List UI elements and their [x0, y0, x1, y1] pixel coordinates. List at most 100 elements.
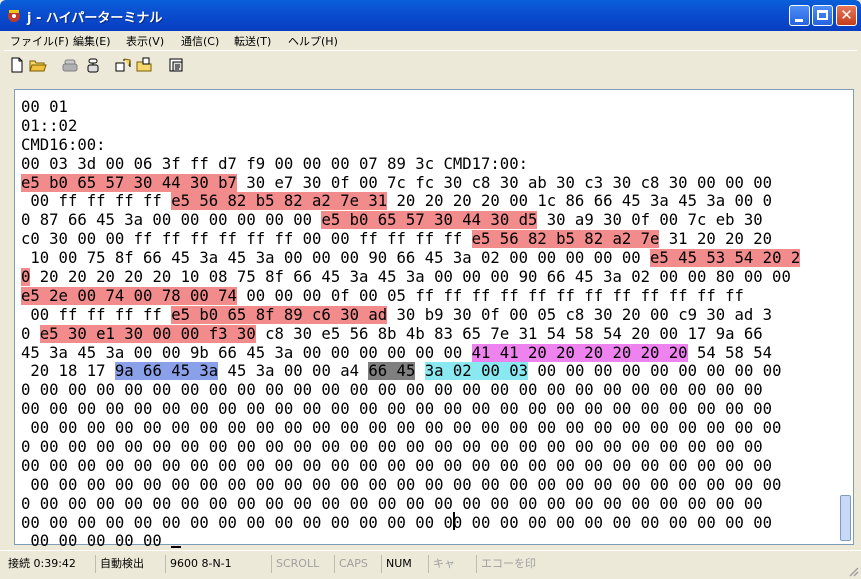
- terminal-line: 0 00 00 00 00 00 00 00 00 00 00 00 00 00…: [21, 438, 827, 457]
- terminal-line: 0 20 20 20 20 20 10 08 75 8f 66 45 3a 45…: [21, 268, 827, 287]
- status-caps: CAPS: [334, 555, 379, 573]
- terminal-line: 0 00 00 00 00 00 00 00 00 00 00 00 00 00…: [21, 381, 827, 400]
- minimize-icon: [795, 19, 803, 22]
- terminal-line: 0 87 66 45 3a 00 00 00 00 00 00 e5 b0 65…: [21, 211, 827, 230]
- properties-icon: [169, 58, 183, 72]
- disconnect-button[interactable]: [61, 56, 79, 74]
- terminal-line: 01::02: [21, 117, 827, 136]
- menu-edit[interactable]: 編集(E): [73, 33, 111, 49]
- terminal-text: 20 20 20 20 20 10 08 75 8f 66 45 3a 45 3…: [30, 268, 791, 287]
- terminal-line: 00 00 00 00 00: [21, 532, 827, 551]
- terminal-line: 0 00 00 00 00 00 00 00 00 00 00 00 00 00…: [21, 495, 827, 514]
- terminal-text: 00 00 00 00 00 00 00 00 00 00 00 00 00 0…: [21, 513, 773, 532]
- terminal-text: CMD16:00:: [21, 135, 106, 154]
- terminal-text: 00 00 00 00 00 00 00 00 00: [528, 362, 782, 381]
- terminal-text: 0 00 00 00 00 00 00 00 00 00 00 00 00 00…: [21, 494, 763, 513]
- terminal-line: 20 18 17 9a 66 45 3a 45 3a 00 00 a4 66 4…: [21, 362, 827, 381]
- status-scroll: SCROLL: [271, 555, 332, 573]
- maximize-button[interactable]: [812, 5, 833, 26]
- status-connect-time: 接続 0:39:42: [8, 557, 76, 570]
- terminal-text: 0 00 00 00 00 00 00 00 00 00 00 00 00 00…: [21, 381, 763, 400]
- window-title: j - ハイパーターミナル: [27, 11, 163, 26]
- terminal-text: 10 00 75 8f 66 45 3a 45 3a 00 00 00 90 6…: [21, 249, 651, 268]
- terminal-line: 10 00 75 8f 66 45 3a 45 3a 00 00 00 90 6…: [21, 249, 827, 268]
- terminal-line: e5 2e 00 74 00 78 00 74 00 00 00 0f 00 0…: [21, 286, 827, 306]
- terminal-line: c0 30 00 00 ff ff ff ff ff ff 00 00 ff f…: [21, 230, 827, 249]
- terminal-line: 00 00 00 00 00 00 00 00 00 00 00 00 00 0…: [21, 400, 827, 419]
- scrollbar-thumb[interactable]: [840, 495, 851, 541]
- terminal-text: 00 ff ff ff ff: [21, 192, 172, 211]
- terminal-text: 01::02: [21, 116, 78, 135]
- status-detect: 自動検出: [95, 555, 163, 573]
- new-document-icon: [11, 57, 23, 73]
- terminal-text: 00 01: [21, 98, 68, 116]
- highlighted-bytes: e5 2e 00 74 00 78 00 74: [21, 286, 237, 305]
- open-folder-icon: [29, 60, 47, 72]
- text-cursor: [171, 546, 182, 549]
- menu-call[interactable]: 通信(C): [181, 33, 219, 49]
- terminal-line: 00 00 00 00 00 00 00 00 00 00 00 00 00 0…: [21, 476, 827, 495]
- terminal-line: 00 ff ff ff ff e5 56 82 b5 82 a2 7e 31 2…: [21, 192, 827, 211]
- terminal-text: 0 00 00 00 00 00 00 00 00 00 00 00 00 00…: [21, 438, 763, 457]
- terminal-text: c8 30 e5 56 8b 4b 83 65 7e 31 54 58 54 2…: [255, 324, 763, 343]
- terminal-line: 0 e5 30 e1 30 00 00 f3 30 c8 30 e5 56 8b…: [21, 324, 827, 344]
- status-capture: キャ: [428, 555, 474, 573]
- terminal-line: 00 03 3d 00 06 3f ff d7 f9 00 00 00 07 8…: [21, 155, 827, 174]
- menu-bar: ファイル(F) 編集(E) 表示(V) 通信(C) 転送(T) ヘルプ(H): [4, 31, 857, 49]
- hyperterminal-app-icon[interactable]: [6, 7, 22, 23]
- terminal-text: 45 3a 45 3a 00 00 9b 66 45 3a 00 00 00 0…: [21, 343, 472, 362]
- terminal-text: 20 20 20 20 00 1c 86 66 45 3a 45 3a 00 0: [387, 192, 773, 211]
- menu-transfer[interactable]: 転送(T): [234, 33, 271, 49]
- terminal-line: 00 00 00 00 00 00 00 00 00 00 00 00 00 0…: [21, 514, 827, 533]
- terminal-output[interactable]: 00 01 01::02 CMD16:00: 00 03 3d 00 06 3f ff…: [21, 98, 827, 551]
- disconnect-phone-icon: [62, 59, 78, 72]
- menu-help[interactable]: ヘルプ(H): [288, 33, 338, 49]
- terminal-text: 30 e7 30 0f 00 7c fc 30 c8 30 ab 30 c3 3…: [236, 173, 773, 192]
- vertical-scrollbar[interactable]: [838, 90, 853, 544]
- terminal-text: 00 03 3d 00 06 3f ff d7 f9 00 00 00 07 8…: [21, 154, 528, 173]
- call-phone-icon: [87, 58, 99, 73]
- terminal-text: 00 00 00 00 00 00 00 00 00 00 00 00 00 0…: [21, 419, 782, 438]
- resize-grip-icon[interactable]: [847, 565, 859, 577]
- highlighted-bytes: 3a 02 00 03: [424, 362, 529, 381]
- title-bar[interactable]: j - ハイパーターミナル ✕: [0, 0, 861, 31]
- open-button[interactable]: [29, 56, 47, 74]
- terminal-text: 00 00 00 00 00: [21, 532, 172, 551]
- highlighted-bytes: 41 41 20 20 20 20 20 20: [471, 343, 688, 362]
- properties-button[interactable]: [168, 56, 186, 74]
- send-button[interactable]: [114, 56, 132, 74]
- receive-file-icon: [136, 57, 152, 72]
- call-button[interactable]: [84, 56, 102, 74]
- terminal-text: 00 00 00 00 00 00 00 00 00 00 00 00 00 0…: [21, 400, 773, 419]
- terminal-text: 0 87 66 45 3a 00 00 00 00 00 00: [21, 211, 322, 230]
- send-file-icon: [115, 58, 131, 72]
- terminal-line: 00 01: [21, 98, 827, 117]
- highlighted-bytes: e5 56 82 b5 82 a2 7e 31: [171, 192, 388, 211]
- status-print-echo: エコーを印: [476, 555, 546, 573]
- terminal-line: 00 00 00 00 00 00 00 00 00 00 00 00 00 0…: [21, 457, 827, 476]
- highlighted-bytes: e5 56 82 b5 82 a2 7e: [471, 230, 660, 249]
- highlighted-bytes: e5 45 53 54 20 2: [650, 249, 801, 268]
- highlighted-bytes: e5 b0 65 57 30 44 30 b7: [21, 173, 237, 192]
- terminal-text: 00 ff ff ff ff: [21, 305, 172, 324]
- close-button[interactable]: ✕: [836, 5, 857, 26]
- receive-button[interactable]: [135, 56, 153, 74]
- highlighted-bytes: 9a 66 45 3a: [114, 362, 219, 381]
- terminal-text: 30 b9 30 0f 00 05 c8 30 20 00 c9 30 ad 3: [387, 305, 773, 324]
- menu-view[interactable]: 表示(V): [126, 33, 164, 49]
- terminal-text: 00 00 00 00 00 00 00 00 00 00 00 00 00 0…: [21, 456, 773, 475]
- status-port-settings: 9600 8-N-1: [165, 555, 269, 573]
- menu-file[interactable]: ファイル(F): [10, 33, 69, 49]
- close-icon: ✕: [840, 6, 853, 24]
- terminal-area[interactable]: 00 01 01::02 CMD16:00: 00 03 3d 00 06 3f ff…: [14, 89, 854, 550]
- terminal-text: c0 30 00 00 ff ff ff ff ff ff 00 00 ff f…: [21, 230, 472, 249]
- highlighted-bytes: 0: [21, 268, 31, 287]
- new-button[interactable]: [8, 56, 26, 74]
- minimize-button[interactable]: [789, 5, 810, 26]
- highlighted-bytes: e5 b0 65 8f 89 c6 30 ad: [171, 305, 388, 324]
- terminal-line: 45 3a 45 3a 00 00 9b 66 45 3a 00 00 00 0…: [21, 343, 827, 363]
- terminal-text: 00 00 00 00 00 00 00 00 00 00 00 00 00 0…: [21, 475, 782, 494]
- status-num: NUM: [381, 555, 426, 573]
- terminal-line: e5 b0 65 57 30 44 30 b7 30 e7 30 0f 00 7…: [21, 173, 827, 193]
